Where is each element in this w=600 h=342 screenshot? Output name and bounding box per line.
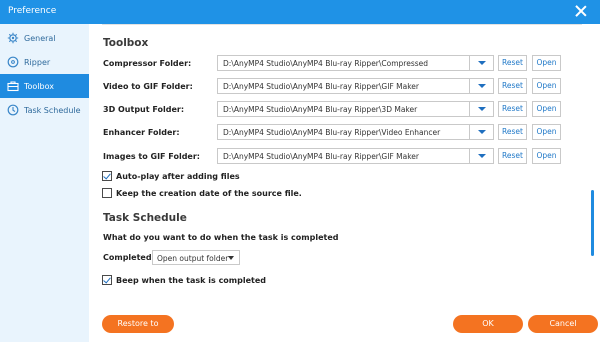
folder-path: D:\AnyMP4 Studio\AnyMP4 Blu-ray Ripper\3…	[223, 105, 418, 114]
sidebar-item-ripper[interactable]: Ripper	[0, 50, 89, 74]
divider	[102, 24, 582, 34]
toolbox-section-title: Toolbox	[103, 37, 149, 49]
folder-path: D:\AnyMP4 Studio\AnyMP4 Blu-ray Ripper\G…	[223, 82, 419, 91]
chevron-down-icon[interactable]	[469, 56, 493, 70]
images-to-gif-folder-label: Images to GIF Folder:	[103, 152, 200, 161]
checkbox-label: Keep the creation date of the source fil…	[116, 188, 302, 198]
compressor-folder-field[interactable]: D:\AnyMP4 Studio\AnyMP4 Blu-ray Ripper\C…	[217, 55, 494, 71]
folder-path: D:\AnyMP4 Studio\AnyMP4 Blu-ray Ripper\G…	[223, 152, 419, 161]
3d-output-folder-field[interactable]: D:\AnyMP4 Studio\AnyMP4 Blu-ray Ripper\3…	[217, 101, 494, 117]
checkbox-label: Beep when the task is completed	[116, 275, 267, 285]
reset-button[interactable]: Reset	[498, 101, 527, 117]
reset-button[interactable]: Reset	[498, 124, 527, 140]
checkbox-box[interactable]	[102, 275, 112, 285]
task-schedule-section-title: Task Schedule	[103, 212, 187, 224]
ok-button[interactable]: OK	[453, 315, 523, 333]
sidebar-item-task-schedule[interactable]: Task Schedule	[0, 98, 89, 122]
3d-output-folder-label: 3D Output Folder:	[103, 105, 185, 114]
disc-icon	[7, 56, 19, 68]
main-content	[89, 24, 600, 342]
completed-action-select[interactable]: Open output folder	[152, 250, 240, 265]
enhancer-folder-label: Enhancer Folder:	[103, 128, 180, 137]
chevron-down-icon[interactable]	[469, 125, 493, 139]
reset-button[interactable]: Reset	[498, 55, 527, 71]
open-button[interactable]: Open	[532, 78, 561, 94]
open-button[interactable]: Open	[532, 55, 561, 71]
task-completed-question: What do you want to do when the task is …	[103, 233, 339, 242]
video-to-gif-folder-label: Video to GIF Folder:	[103, 82, 193, 91]
checkbox-box[interactable]	[102, 188, 112, 198]
keep-date-checkbox[interactable]: Keep the creation date of the source fil…	[102, 188, 302, 198]
open-button[interactable]: Open	[532, 124, 561, 140]
toolbox-icon	[7, 80, 19, 92]
checkbox-box[interactable]	[102, 171, 112, 181]
sidebar-item-label: Task Schedule	[24, 105, 81, 115]
compressor-folder-label: Compressor Folder:	[103, 59, 192, 68]
checkbox-label: Auto-play after adding files	[116, 171, 240, 181]
chevron-down-icon[interactable]	[469, 79, 493, 93]
close-icon[interactable]	[574, 4, 588, 18]
autoplay-checkbox[interactable]: Auto-play after adding files	[102, 171, 240, 181]
sidebar-item-label: Toolbox	[24, 81, 54, 91]
folder-path: D:\AnyMP4 Studio\AnyMP4 Blu-ray Ripper\V…	[223, 128, 441, 137]
scrollbar[interactable]	[591, 190, 594, 256]
restore-default-button[interactable]: Restore to Default	[102, 315, 174, 342]
images-to-gif-folder-field[interactable]: D:\AnyMP4 Studio\AnyMP4 Blu-ray Ripper\G…	[217, 148, 494, 164]
sidebar-item-toolbox[interactable]: Toolbox	[0, 74, 89, 98]
clock-icon	[7, 104, 19, 116]
completed-label: Completed:	[103, 253, 155, 262]
folder-path: D:\AnyMP4 Studio\AnyMP4 Blu-ray Ripper\C…	[223, 59, 429, 68]
chevron-down-icon[interactable]	[469, 102, 493, 116]
cancel-button[interactable]: Cancel	[528, 315, 598, 333]
title-bar: Preference	[0, 0, 600, 24]
open-button[interactable]: Open	[532, 148, 561, 164]
reset-button[interactable]: Reset	[498, 148, 527, 164]
select-value: Open output folder	[157, 254, 229, 263]
open-button[interactable]: Open	[532, 101, 561, 117]
gear-icon	[7, 32, 19, 44]
sidebar-item-label: Ripper	[24, 57, 51, 67]
reset-button[interactable]: Reset	[498, 78, 527, 94]
enhancer-folder-field[interactable]: D:\AnyMP4 Studio\AnyMP4 Blu-ray Ripper\V…	[217, 124, 494, 140]
video-to-gif-folder-field[interactable]: D:\AnyMP4 Studio\AnyMP4 Blu-ray Ripper\G…	[217, 78, 494, 94]
window-title: Preference	[8, 6, 57, 16]
chevron-down-icon[interactable]	[469, 149, 493, 163]
sidebar: General Ripper Toolbox Task Schedule	[0, 24, 89, 342]
beep-checkbox[interactable]: Beep when the task is completed	[102, 275, 266, 285]
sidebar-item-label: General	[24, 33, 56, 43]
sidebar-item-general[interactable]: General	[0, 26, 89, 50]
